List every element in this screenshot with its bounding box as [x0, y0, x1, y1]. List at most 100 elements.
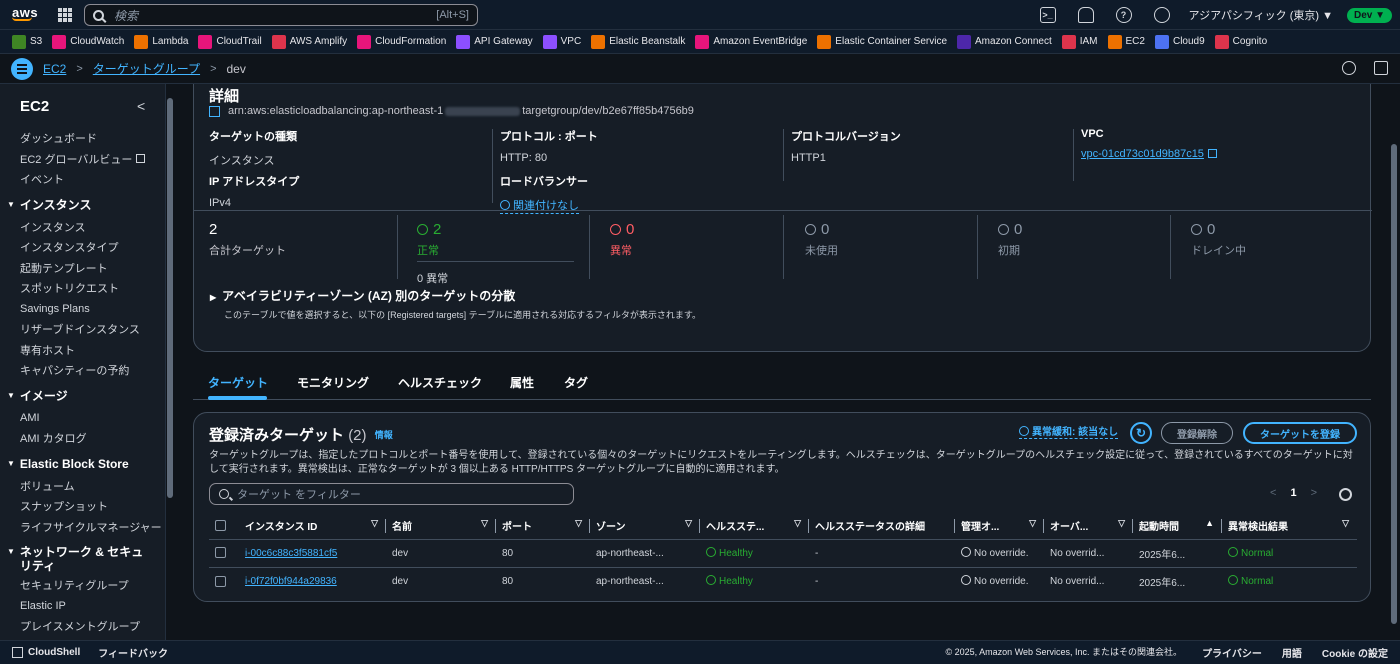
menu-toggle-button[interactable]	[11, 57, 33, 80]
sidebar-section-header[interactable]: ▼ イメージ	[0, 385, 165, 408]
cloudshell-icon[interactable]	[12, 647, 23, 658]
cookie-settings-link[interactable]: Cookie の設定	[1322, 645, 1388, 660]
register-targets-button[interactable]: ターゲットを登録	[1243, 422, 1357, 444]
tab-attributes[interactable]: 属性	[510, 374, 534, 391]
current-page[interactable]: 1	[1290, 487, 1296, 499]
favorite-aws-amplify[interactable]: AWS Amplify	[271, 34, 347, 49]
col-launch-time[interactable]: 起動時間 ▲	[1133, 513, 1222, 540]
filter-targets-input[interactable]: ターゲット をフィルター	[209, 483, 574, 505]
favorite-cloudtrail[interactable]: CloudTrail	[198, 34, 262, 49]
favorite-cloudformation[interactable]: CloudFormation	[357, 34, 446, 49]
search-input[interactable]: 検索 [Alt+S]	[84, 4, 478, 26]
anomaly-mitigation[interactable]: 異常緩和: 該当なし	[1019, 423, 1119, 439]
instance-id-link[interactable]: i-0f72f0bf944a29836	[239, 567, 386, 595]
privacy-link[interactable]: プライバシー	[1202, 645, 1262, 660]
table-settings-icon[interactable]	[1339, 488, 1352, 501]
sidebar-item[interactable]: スポットリクエスト	[0, 278, 165, 299]
tab-health-checks[interactable]: ヘルスチェック	[398, 374, 482, 391]
gear-icon[interactable]	[1153, 7, 1170, 23]
sidebar-section-header[interactable]: ▼ インスタンス	[0, 194, 165, 217]
sidebar-item[interactable]: AMI	[0, 408, 165, 429]
favorite-vpc[interactable]: VPC	[542, 34, 581, 49]
cloudshell-link[interactable]: CloudShell	[28, 647, 80, 658]
row-checkbox[interactable]	[215, 547, 226, 559]
col-zone[interactable]: ゾーン ▽	[590, 513, 700, 540]
sidebar-item[interactable]: キャパシティーの予約	[0, 360, 165, 381]
deregister-button[interactable]: 登録解除	[1161, 422, 1233, 444]
sidebar-section-header[interactable]: ▼ ネットワーク & セキュリティ	[0, 541, 165, 575]
sidebar-item[interactable]: プレイスメントグループ	[0, 616, 165, 637]
sidebar-item[interactable]: 起動テンプレート	[0, 258, 165, 279]
tab-tags[interactable]: タグ	[564, 374, 588, 391]
favorite-cloud9[interactable]: Cloud9	[1154, 34, 1205, 49]
region-selector[interactable]: アジアパシフィック (東京) ▼	[1189, 7, 1333, 23]
favorite-api-gateway[interactable]: API Gateway	[456, 34, 533, 49]
sidebar-section-header[interactable]: ▼ Elastic Block Store	[0, 453, 165, 476]
display-settings-icon[interactable]	[1374, 61, 1388, 75]
favorite-amazon-connect[interactable]: Amazon Connect	[957, 34, 1052, 49]
breadcrumb-target-groups[interactable]: ターゲットグループ	[93, 60, 200, 77]
col-override[interactable]: オーバ... ▽	[1044, 513, 1133, 540]
notifications-icon[interactable]	[1342, 61, 1356, 75]
favorite-s3[interactable]: S3	[12, 34, 42, 49]
breadcrumb-ec2[interactable]: EC2	[43, 62, 66, 76]
feedback-link[interactable]: フィードバック	[98, 645, 168, 660]
sidebar-item[interactable]: インスタンス	[0, 217, 165, 238]
sidebar-item[interactable]: インスタンスタイプ	[0, 237, 165, 258]
vpc-link-text[interactable]: vpc-01cd73c01d9b87c15	[1081, 148, 1204, 160]
info-link[interactable]: 情報	[375, 430, 393, 440]
favorite-elastic-beanstalk[interactable]: Elastic Beanstalk	[591, 34, 685, 49]
favorite-cloudwatch[interactable]: CloudWatch	[52, 34, 124, 49]
select-all-checkbox[interactable]	[215, 520, 226, 532]
favorite-ec2[interactable]: EC2	[1107, 34, 1145, 49]
sidebar-item[interactable]: ダッシュボード	[0, 128, 165, 149]
tab-targets[interactable]: ターゲット	[208, 374, 268, 391]
favorite-amazon-eventbridge[interactable]: Amazon EventBridge	[695, 34, 807, 49]
col-port[interactable]: ポート ▽	[496, 513, 590, 540]
favorite-cognito[interactable]: Cognito	[1214, 34, 1267, 49]
sidebar-item[interactable]: リザーブドインスタンス	[0, 319, 165, 340]
chevron-right-icon[interactable]: >	[1311, 487, 1317, 499]
tab-monitoring[interactable]: モニタリング	[297, 374, 369, 391]
sidebar-item[interactable]: Elastic IP	[0, 596, 165, 617]
sidebar-item[interactable]: ボリューム	[0, 476, 165, 497]
cloudshell-icon[interactable]: >_	[1039, 7, 1056, 23]
sidebar-item[interactable]: イベント	[0, 169, 165, 190]
lb-value[interactable]: 関連付けなし	[500, 197, 579, 214]
favorite-lambda[interactable]: Lambda	[134, 34, 188, 49]
favorite-iam[interactable]: IAM	[1061, 34, 1098, 49]
help-icon[interactable]: ?	[1115, 7, 1132, 23]
col-anomaly-result[interactable]: 異常検出結果 ▽	[1222, 513, 1357, 540]
az-title[interactable]: アベイラビリティーゾーン (AZ) 別のターゲットの分散	[222, 289, 515, 303]
sidebar-item[interactable]: 専有ホスト	[0, 340, 165, 361]
az-distribution-expander[interactable]: ▶ アベイラビリティーゾーン (AZ) 別のターゲットの分散 このテーブルで値を選…	[210, 287, 701, 321]
instance-id-link[interactable]: i-00c6c88c3f5881cf5	[239, 539, 386, 568]
services-grid-icon[interactable]	[58, 8, 72, 22]
row-checkbox[interactable]	[215, 575, 226, 587]
col-instance-id[interactable]: インスタンス ID ▽	[239, 513, 386, 540]
sidebar-item[interactable]: ライフサイクルマネージャー	[0, 517, 165, 538]
close-sidebar-icon[interactable]: <	[137, 98, 145, 114]
sidebar-item[interactable]: EC2 グローバルビュー	[0, 149, 165, 170]
col-health-details[interactable]: ヘルスステータスの詳細	[809, 513, 955, 540]
bell-icon[interactable]	[1077, 7, 1094, 23]
col-name[interactable]: 名前 ▽	[386, 513, 496, 540]
terms-link[interactable]: 用語	[1282, 645, 1302, 660]
col-admin-override[interactable]: 管理オ... ▽	[955, 513, 1044, 540]
sidebar-scrollbar[interactable]	[166, 84, 174, 640]
col-health-status[interactable]: ヘルスステ... ▽	[700, 513, 809, 540]
sidebar-item[interactable]: セキュリティグループ	[0, 575, 165, 596]
main-scrollbar[interactable]	[1388, 84, 1400, 640]
favorite-label: Amazon Connect	[975, 36, 1052, 47]
vpc-link[interactable]: vpc-01cd73c01d9b87c15	[1081, 148, 1217, 160]
sidebar-item[interactable]: AMI カタログ	[0, 428, 165, 449]
chevron-left-icon[interactable]: <	[1270, 487, 1276, 499]
favorite-elastic-container-service[interactable]: Elastic Container Service	[817, 34, 947, 49]
aws-logo[interactable]: aws	[12, 5, 38, 21]
copy-icon[interactable]	[209, 105, 220, 117]
sidebar-item[interactable]: スナップショット	[0, 496, 165, 517]
sidebar-item[interactable]: Savings Plans	[0, 299, 165, 320]
anomaly-mitigation-text[interactable]: 異常緩和: 該当なし	[1032, 427, 1118, 438]
refresh-button[interactable]: ↻	[1130, 422, 1152, 444]
account-menu[interactable]: Dev ▼	[1346, 7, 1392, 23]
